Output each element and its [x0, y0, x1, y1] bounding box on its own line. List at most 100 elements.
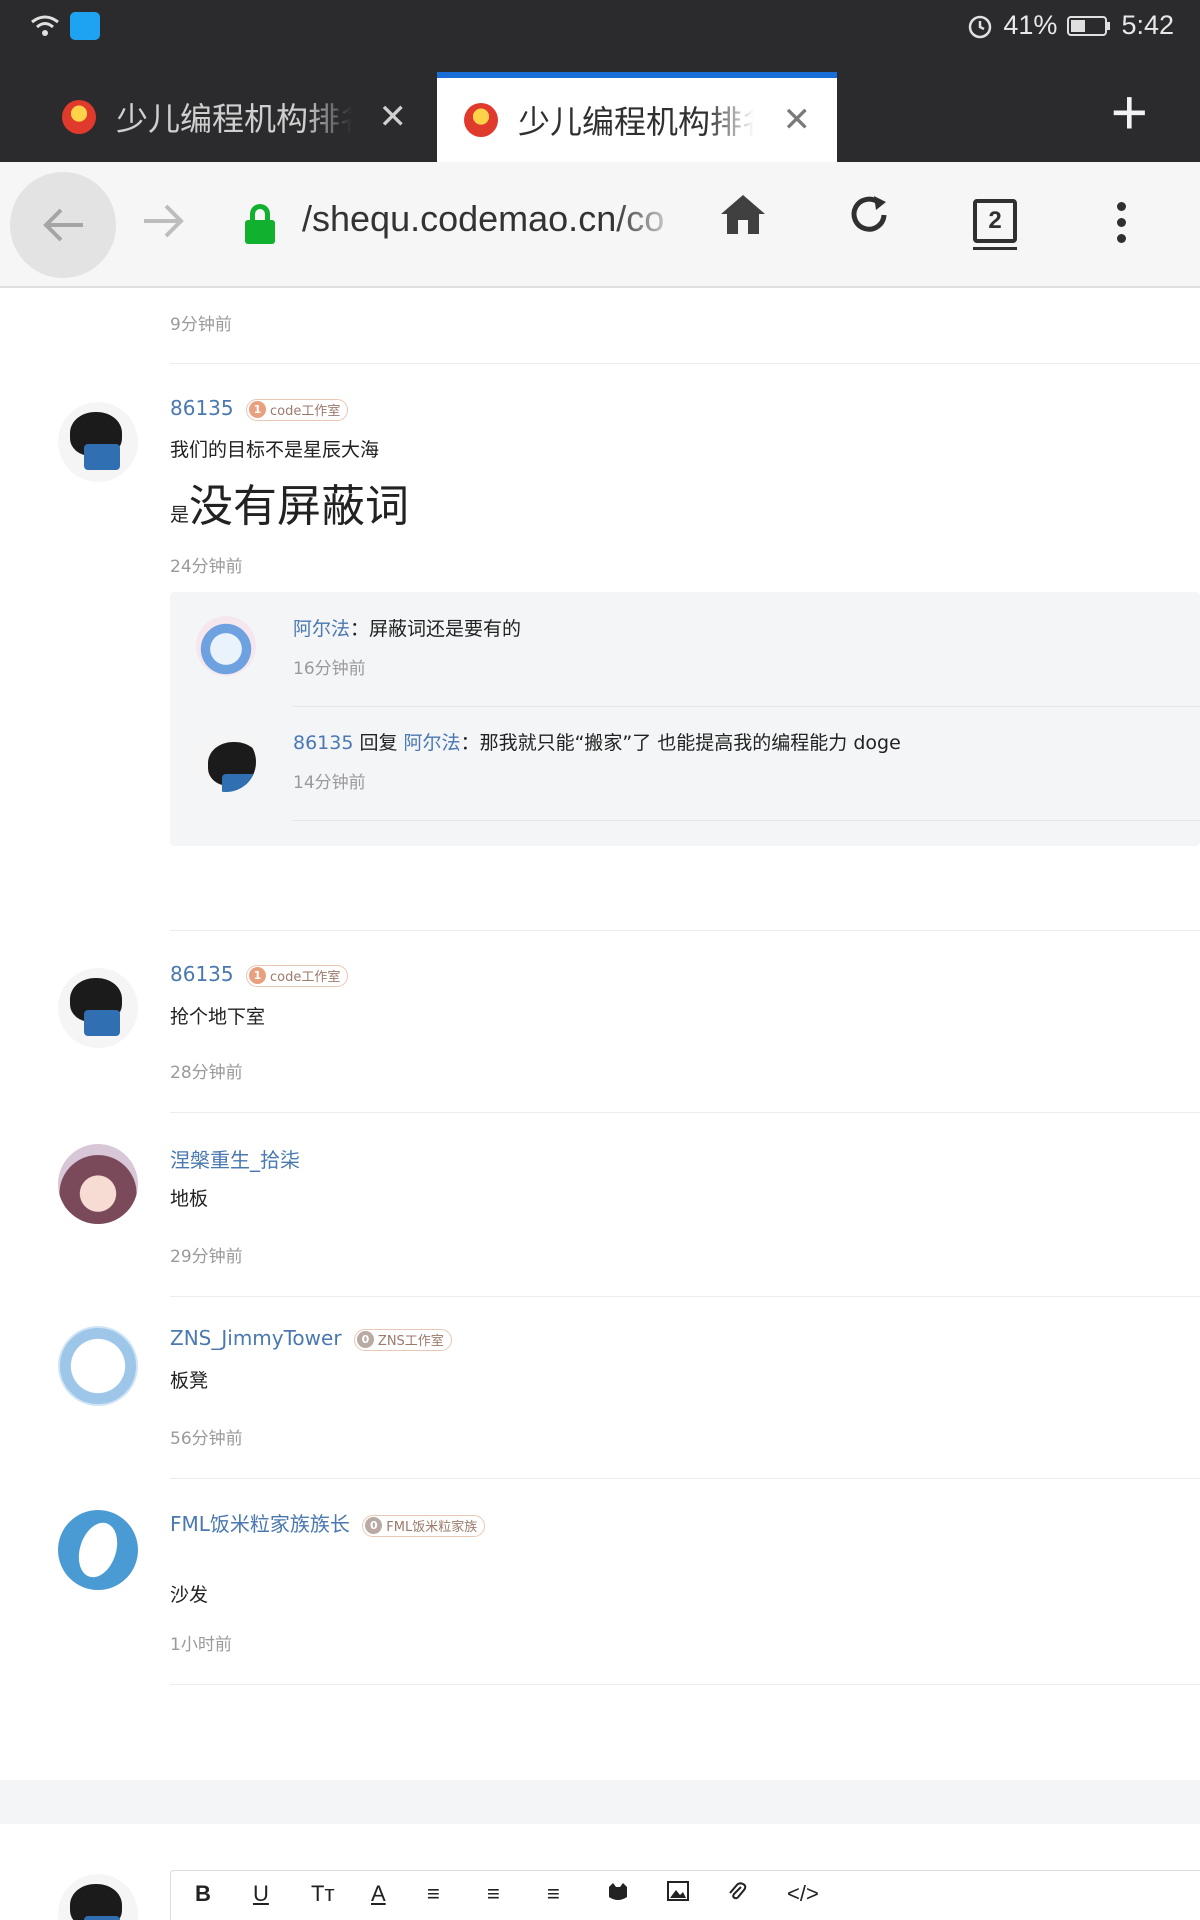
comment-text-big: 没有屏蔽词: [189, 481, 410, 532]
badge-label: code工作室: [269, 970, 341, 985]
forward-arrow-icon: [144, 204, 184, 238]
username[interactable]: 86135: [170, 396, 234, 420]
avatar[interactable]: [58, 1144, 138, 1224]
back-arrow-icon: [43, 208, 83, 242]
align-right-icon[interactable]: ≡: [547, 1881, 560, 1907]
back-button[interactable]: [10, 172, 116, 278]
badge-label: ZNS工作室: [377, 1334, 444, 1349]
lock-icon[interactable]: [245, 204, 275, 244]
underline-button[interactable]: U: [253, 1881, 269, 1907]
comment-time: 29分钟前: [170, 1247, 243, 1267]
reply-target[interactable]: 阿尔法: [404, 732, 461, 754]
reply-sep: ：: [460, 732, 480, 754]
notification-app-icon: [70, 12, 100, 40]
url-field[interactable]: /shequ.codemao.cn/co: [302, 198, 682, 240]
reply-author[interactable]: 86135: [293, 732, 353, 754]
divider: [293, 706, 1200, 707]
comment-author[interactable]: FML饭米粒家族族长 0 FML饭米粒家族: [170, 1508, 486, 1537]
comment-author[interactable]: ZNS_JimmyTower 0 ZNS工作室: [170, 1326, 452, 1351]
reply-sep: ：: [350, 618, 370, 640]
attachment-icon[interactable]: [727, 1881, 747, 1909]
codemao-favicon-icon: [62, 100, 96, 134]
comment-text: 板凳: [170, 1370, 209, 1392]
wifi-icon: [31, 15, 59, 36]
comment-time: 1小时前: [170, 1635, 232, 1655]
divider: [170, 1112, 1200, 1113]
divider: [293, 820, 1200, 821]
align-left-icon[interactable]: ≡: [427, 1881, 440, 1907]
comment-text-small: 是: [170, 504, 190, 526]
tab-title: 少儿编程机构排名: [518, 103, 754, 141]
username[interactable]: 涅槃重生_拾柒: [170, 1144, 300, 1173]
forward-button[interactable]: [142, 196, 186, 250]
emoji-cat-icon[interactable]: [607, 1881, 629, 1909]
close-tab-icon[interactable]: ✕: [783, 100, 812, 140]
comment-list: 9分钟前 86135 1 code工作室 我们的目标不是星辰大海 是没有屏蔽词 2…: [0, 290, 1200, 1920]
studio-badge[interactable]: 1 code工作室: [245, 398, 349, 421]
tab-title: 少儿编程机构排名: [116, 100, 352, 138]
kebab-menu-icon[interactable]: [1117, 202, 1127, 250]
reload-button[interactable]: [846, 192, 892, 249]
comment-text: 抢个地下室: [170, 1006, 266, 1028]
comment-author[interactable]: 86135 1 code工作室: [170, 396, 349, 421]
tab-2-active[interactable]: 少儿编程机构排名 ✕: [437, 72, 837, 162]
font-size-button[interactable]: Tт: [311, 1881, 335, 1907]
comment-time: 28分钟前: [170, 1063, 243, 1083]
reply-author[interactable]: 阿尔法: [293, 618, 350, 640]
username[interactable]: FML饭米粒家族族长: [170, 1512, 350, 1536]
tab-count-button[interactable]: 2: [973, 199, 1017, 243]
comment-text: 我们的目标不是星辰大海: [170, 439, 380, 461]
avatar[interactable]: [196, 616, 256, 676]
battery-percent: 41%: [1003, 10, 1058, 40]
reply-content: 那我就只能“搬家”了 也能提高我的编程能力 doge: [479, 732, 901, 754]
battery-icon: [1067, 15, 1111, 36]
align-center-icon[interactable]: ≡: [487, 1881, 500, 1907]
studio-badge[interactable]: 0 ZNS工作室: [353, 1328, 452, 1351]
reply-thread: 阿尔法：屏蔽词还是要有的 16分钟前 86135 回复 阿尔法：那我就只能“搬家…: [170, 592, 1200, 846]
code-button[interactable]: </>: [787, 1881, 819, 1907]
studio-badge[interactable]: 0 FML饭米粒家族: [362, 1514, 486, 1537]
reply-time: 16分钟前: [293, 659, 366, 679]
comment-text: 地板: [170, 1188, 209, 1210]
tab-count-underline: [973, 247, 1017, 250]
close-tab-icon[interactable]: ✕: [379, 97, 408, 137]
avatar: [58, 1874, 138, 1920]
comment-time: 24分钟前: [170, 557, 243, 577]
status-bar: 41% 5:42: [0, 0, 1200, 56]
badge-level: 0: [365, 1517, 383, 1534]
home-button[interactable]: [718, 192, 768, 247]
divider: [170, 363, 1200, 364]
clock: 5:42: [1121, 10, 1174, 40]
tab-strip: 少儿编程机构排名 ✕ 少儿编程机构排名 ✕ +: [0, 56, 1200, 162]
text-color-button[interactable]: A: [371, 1881, 386, 1907]
avatar[interactable]: [58, 1510, 138, 1590]
bold-button[interactable]: B: [195, 1881, 211, 1907]
comment-time: 9分钟前: [170, 315, 232, 335]
reply-text: 86135 回复 阿尔法：那我就只能“搬家”了 也能提高我的编程能力 doge: [293, 728, 901, 755]
tab-1[interactable]: 少儿编程机构排名 ✕: [0, 72, 437, 162]
avatar[interactable]: [58, 402, 138, 482]
divider: [170, 1478, 1200, 1479]
badge-level: 1: [248, 967, 266, 984]
badge-level: 1: [248, 401, 266, 418]
comment-author[interactable]: 86135 1 code工作室: [170, 962, 349, 987]
badge-level: 0: [356, 1331, 374, 1348]
home-icon: [721, 195, 765, 234]
reload-icon: [851, 196, 887, 232]
section-separator: [0, 1780, 1200, 1824]
new-tab-button[interactable]: +: [1111, 80, 1148, 144]
studio-badge[interactable]: 1 code工作室: [245, 964, 349, 987]
avatar[interactable]: [58, 968, 138, 1048]
badge-label: code工作室: [269, 404, 341, 419]
avatar[interactable]: [196, 732, 256, 792]
username[interactable]: 86135: [170, 962, 234, 986]
reply-time: 14分钟前: [293, 773, 366, 793]
comment-editor-toolbar: B U Tт A ≡ ≡ ≡ </>: [170, 1870, 1200, 1920]
avatar[interactable]: [58, 1326, 138, 1406]
comment-time: 56分钟前: [170, 1429, 243, 1449]
comment-text: 沙发: [170, 1584, 209, 1606]
image-icon[interactable]: [667, 1881, 689, 1907]
username[interactable]: ZNS_JimmyTower: [170, 1326, 342, 1350]
badge-label: FML饭米粒家族: [386, 1520, 478, 1535]
divider: [170, 1296, 1200, 1297]
